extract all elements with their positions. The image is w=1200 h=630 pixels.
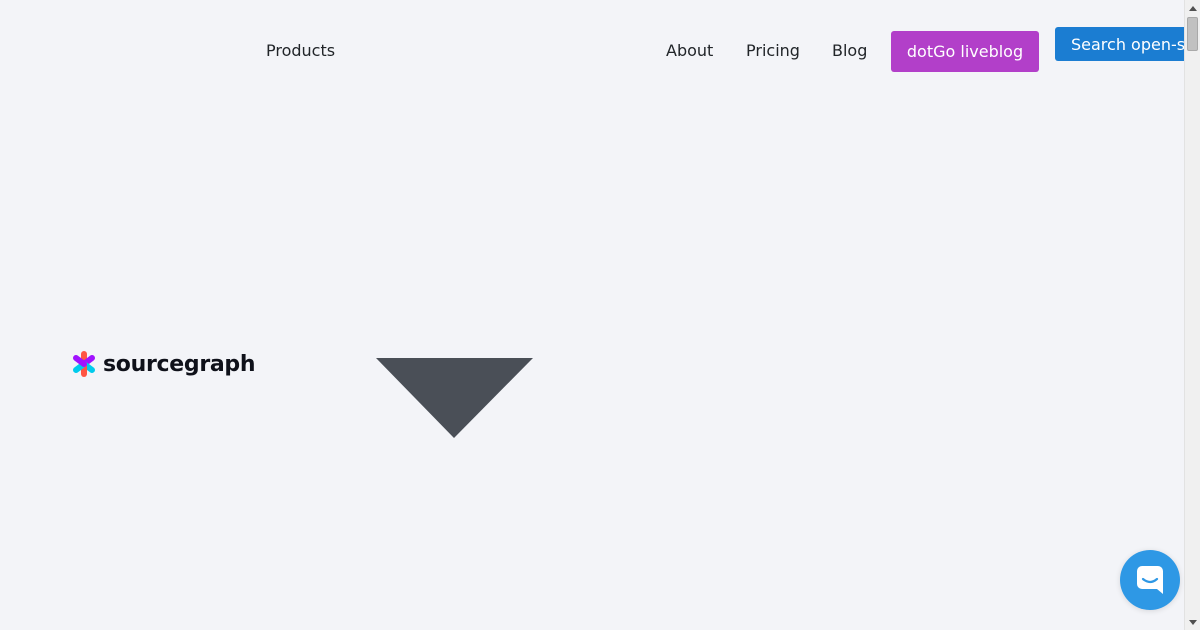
dotgo-liveblog-button[interactable]: dotGo liveblog: [891, 31, 1039, 72]
chat-launcher-button[interactable]: [1120, 550, 1180, 610]
scrollbar-thumb[interactable]: [1187, 17, 1198, 51]
vertical-scrollbar[interactable]: [1184, 0, 1200, 630]
sourcegraph-star-icon: [73, 351, 95, 377]
logo-wordmark: sourcegraph: [103, 351, 256, 377]
nav-pricing[interactable]: Pricing: [746, 40, 800, 62]
nav-blog[interactable]: Blog: [832, 40, 867, 62]
sourcegraph-logo[interactable]: sourcegraph: [72, 351, 256, 377]
chat-bubble-icon: [1137, 566, 1163, 594]
page-viewport: Products About Pricing Blog dotGo livebl…: [0, 0, 1184, 630]
nav-about[interactable]: About: [666, 40, 713, 62]
caret-down-icon: [376, 358, 533, 438]
nav-products[interactable]: Products: [266, 40, 335, 62]
scroll-down-arrow-icon[interactable]: [1185, 614, 1200, 630]
search-open-source-button[interactable]: Search open-source: [1055, 27, 1184, 61]
scroll-up-arrow-icon[interactable]: [1185, 0, 1200, 16]
